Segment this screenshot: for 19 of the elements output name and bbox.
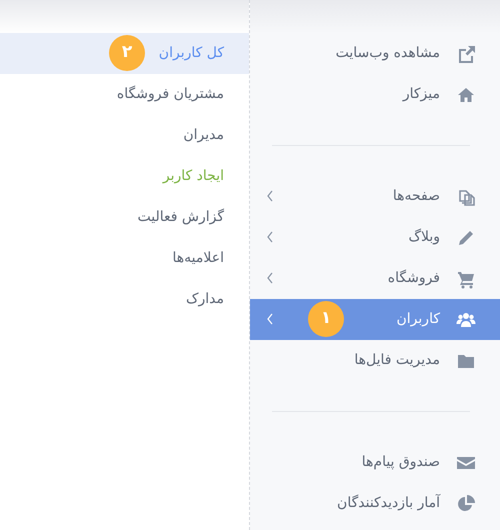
sidebar-item[interactable]: صندوق پیام‌ها	[250, 442, 500, 483]
submenu-item[interactable]: مدارک	[0, 279, 249, 320]
submenu-item[interactable]: مدیران	[0, 115, 249, 156]
sidebar-item[interactable]: آمار بازدیدکنندگان	[250, 483, 500, 524]
submenu-item[interactable]: اعلامیه‌ها	[0, 238, 249, 279]
external-link-icon	[456, 44, 476, 64]
sidebar-item[interactable]: وبلاگ	[250, 217, 500, 258]
step-badge: ۲	[109, 35, 145, 71]
submenu-item[interactable]: مشتریان فروشگاه	[0, 74, 249, 115]
submenu-item[interactable]: گزارش فعالیت	[0, 197, 249, 238]
sidebar-item[interactable]: فروشگاه	[250, 258, 500, 299]
sidebar-item[interactable]: میزکار	[250, 74, 500, 115]
step-badge: ۱	[308, 301, 344, 337]
pie-chart-icon	[456, 494, 476, 514]
submenu-item[interactable]: کل کاربران ۲	[0, 33, 249, 74]
sidebar-item[interactable]: کاربران ۱	[250, 299, 500, 340]
sidebar-item[interactable]: مدیریت فایل‌ها	[250, 340, 500, 381]
sidebar-item[interactable]: مشاهده وب‌سایت	[250, 33, 500, 74]
sidebar-item[interactable]: صفحه‌ها	[250, 176, 500, 217]
